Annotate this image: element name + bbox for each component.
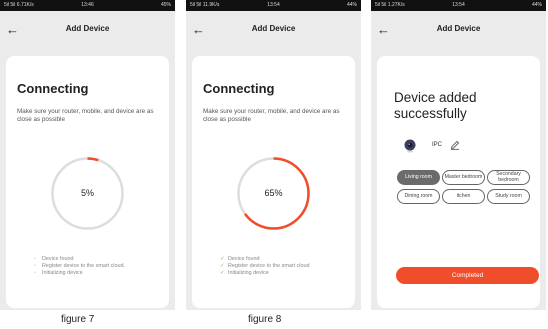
bullet-icon: ◦: [34, 270, 36, 276]
progress-ring: 65%: [236, 156, 311, 231]
content-card: Device added successfully IPC Living roo…: [377, 56, 540, 308]
battery-level: 45%: [160, 2, 171, 8]
status-bar: 5il 5il 11.9K/s 13:54 44%: [186, 0, 361, 11]
step-item: ◦ Register device to the smart cloud.: [34, 263, 125, 269]
step-item: ✓ Initializing device: [220, 270, 269, 276]
status-bar: 5il 5il 6.71K/s 13:46 45%: [0, 0, 175, 11]
connecting-heading: Connecting: [17, 81, 89, 96]
completed-button[interactable]: Completed: [396, 267, 539, 284]
check-icon: ✓: [220, 256, 225, 262]
device-name: IPC: [432, 142, 443, 148]
content-card: Connecting Make sure your router, mobile…: [6, 56, 169, 308]
room-chip-dining-room[interactable]: Dining room: [397, 189, 440, 204]
clock: 13:46: [81, 2, 94, 8]
step-item: ✓ Register device to the smart cloud: [220, 263, 310, 269]
room-chip-kitchen[interactable]: itchen: [442, 189, 485, 204]
phone-screen-device-added: 5il 5il 1.27K/s 13:54 44% ← Add Device D…: [371, 0, 546, 310]
check-icon: ✓: [220, 270, 225, 276]
bullet-icon: ◦: [34, 263, 36, 269]
progress-percent: 65%: [264, 188, 283, 198]
page-title: Add Device: [65, 24, 110, 33]
figure-caption: figure 8: [248, 314, 282, 325]
connecting-hint: Make sure your router, mobile, and devic…: [17, 108, 154, 123]
step-item: ◦ Device found: [34, 256, 74, 262]
battery-level: 44%: [531, 2, 542, 8]
connecting-hint: Make sure your router, mobile, and devic…: [203, 108, 340, 123]
page-title: Add Device: [436, 24, 481, 33]
progress-percent: 5%: [80, 188, 94, 198]
success-heading: Device added successfully: [394, 90, 477, 121]
room-chip-secondary-bedroom[interactable]: Secondary bedroom: [487, 170, 530, 185]
figure-caption: figure 7: [61, 314, 95, 325]
clock: 13:54: [452, 2, 465, 8]
progress-ring: 5%: [50, 156, 125, 231]
top-bar: ← Add Device: [0, 11, 175, 55]
room-chip-study-room[interactable]: Study room: [487, 189, 530, 204]
top-bar: ← Add Device: [371, 11, 546, 55]
camera-icon: [404, 139, 416, 153]
check-icon: ✓: [220, 263, 225, 269]
phone-screen-connecting-65: 5il 5il 11.9K/s 13:54 44% ← Add Device C…: [186, 0, 361, 310]
bullet-icon: ◦: [34, 256, 36, 262]
status-bar: 5il 5il 1.27K/s 13:54 44%: [371, 0, 546, 11]
step-item: ✓ Device found: [220, 256, 260, 262]
content-card: Connecting Make sure your router, mobile…: [192, 56, 355, 308]
connecting-heading: Connecting: [203, 81, 275, 96]
top-bar: ← Add Device: [186, 11, 361, 55]
pencil-icon[interactable]: [450, 140, 460, 150]
step-item: ◦ Initializing device: [34, 270, 83, 276]
room-chip-living-room[interactable]: Living room: [397, 170, 440, 185]
battery-level: 44%: [346, 2, 357, 8]
page-title: Add Device: [251, 24, 296, 33]
room-chip-master-bedroom[interactable]: Master bedroom: [442, 170, 485, 185]
phone-screen-connecting-5: 5il 5il 6.71K/s 13:46 45% ← Add Device C…: [0, 0, 175, 310]
step-list: ◦ Device found ◦ Register device to the sm…: [34, 256, 125, 277]
clock: 13:54: [267, 2, 280, 8]
step-list: ✓ Device found ✓ Register device to the sm…: [220, 256, 310, 277]
